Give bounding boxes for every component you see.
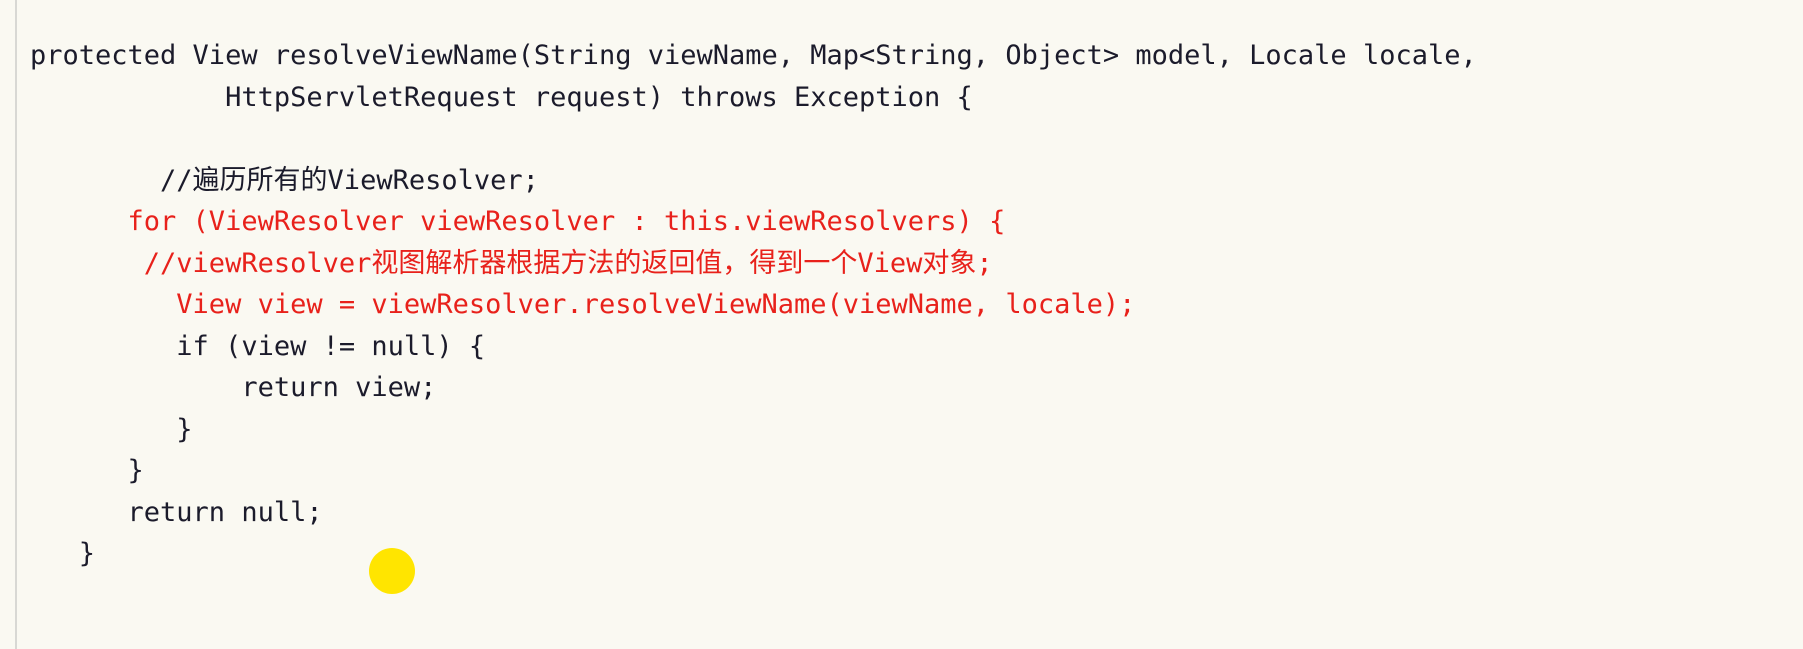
code-line: View view = viewResolver.resolveViewName…: [176, 289, 1136, 320]
code-line: return view;: [241, 372, 437, 403]
code-line: HttpServletRequest request) throws Excep…: [225, 81, 973, 113]
code-line: for (ViewResolver viewResolver : this.vi…: [127, 206, 1006, 237]
code-line: }: [127, 455, 144, 486]
code-block-left-rule: [15, 0, 17, 649]
code-line: protected View resolveViewName(String vi…: [30, 40, 1477, 71]
code-block: protected View resolveViewName(String vi…: [0, 0, 1803, 649]
code-line: if (view != null) {: [176, 330, 486, 362]
code-line: }: [176, 413, 193, 445]
code-line: }: [78, 538, 96, 569]
code-listing[interactable]: protected View resolveViewName(String vi…: [30, 35, 1803, 575]
code-line: return null;: [127, 496, 323, 528]
code-line: //viewResolver视图解析器根据方法的返回值，得到一个View对象;: [143, 247, 993, 279]
code-line: //遍历所有的ViewResolver;: [160, 164, 539, 196]
yellow-highlight-dot: [369, 548, 415, 594]
